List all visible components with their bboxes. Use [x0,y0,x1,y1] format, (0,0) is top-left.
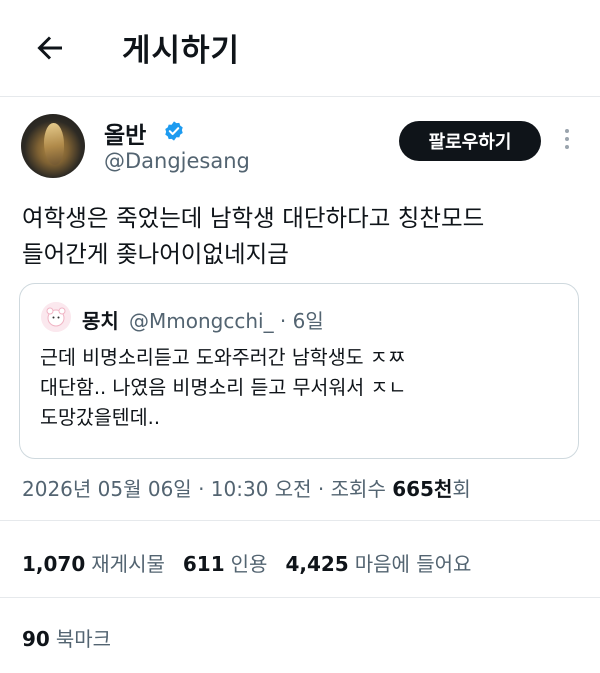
meta-divider [0,520,600,521]
bookmark-label: 북마크 [55,627,112,651]
quote-text: 근데 비명소리듣고 도와주러간 남학생도 ㅈㅉ 대단함.. 나였음 비명소리 듣… [40,343,560,433]
retweets-stat[interactable]: 1,070 재게시물 [22,552,183,576]
quote-author-handle: @Mmongcchi_ · 6일 [129,309,324,333]
stats-divider [0,597,600,598]
verified-badge-icon [165,121,183,141]
quote-text-line: 근데 비명소리듣고 도와주러간 남학생도 ㅈㅉ [40,346,406,369]
tweet-meta: 2026년 05월 06일 · 10:30 오전 · 조회수 665천회 [22,473,471,502]
tweet-text-line: 들어간게 좆나어이없네지금 [22,240,289,268]
tweet-text-line: 여학생은 죽었는데 남학생 대단하다고 칭찬모드 [22,204,485,232]
author-handle[interactable]: @Dangjesang [104,149,250,173]
top-bar: 게시하기 [0,0,600,96]
quote-count: 611 [182,552,225,576]
quote-avatar [41,302,71,332]
like-count: 4,425 [285,552,349,576]
engagement-stats: 1,070 재게시물 611 인용 4,425 마음에 들어요 [22,548,489,577]
quote-author-name: 몽치 [82,309,119,333]
bookmark-count: 90 [22,627,50,651]
quotes-stat[interactable]: 611 인용 [183,552,286,576]
quote-text-line: 대단함.. 나였음 비명소리 듣고 무서워서 ㅈㄴ [40,376,407,399]
header-divider [0,96,600,97]
arrow-left-icon[interactable] [32,30,68,66]
author-name[interactable]: 올반 [104,116,146,150]
page-title: 게시하기 [122,33,241,69]
quote-text-line: 도망갔을텐데.. [40,406,161,429]
retweet-count: 1,070 [22,552,86,576]
like-label: 마음에 들어요 [354,552,472,576]
avatar[interactable] [21,114,85,178]
bookmarks-stat[interactable]: 90 북마크 [22,623,111,652]
retweet-label: 재게시물 [91,552,165,576]
view-suffix: 회 [452,477,471,501]
view-count: 665천 [392,477,453,501]
follow-button[interactable]: 팔로우하기 [399,121,541,161]
timestamp: 2026년 05월 06일 · 10:30 오전 · 조회수 [22,477,393,501]
more-vertical-icon[interactable] [557,125,577,157]
quoted-tweet[interactable]: 몽치 @Mmongcchi_ · 6일 근데 비명소리듣고 도와주러간 남학생도… [19,283,579,459]
likes-stat[interactable]: 4,425 마음에 들어요 [285,552,489,576]
tweet-text: 여학생은 죽었는데 남학생 대단하다고 칭찬모드 들어간게 좆나어이없네지금 [22,200,582,272]
quote-label: 인용 [230,552,268,576]
